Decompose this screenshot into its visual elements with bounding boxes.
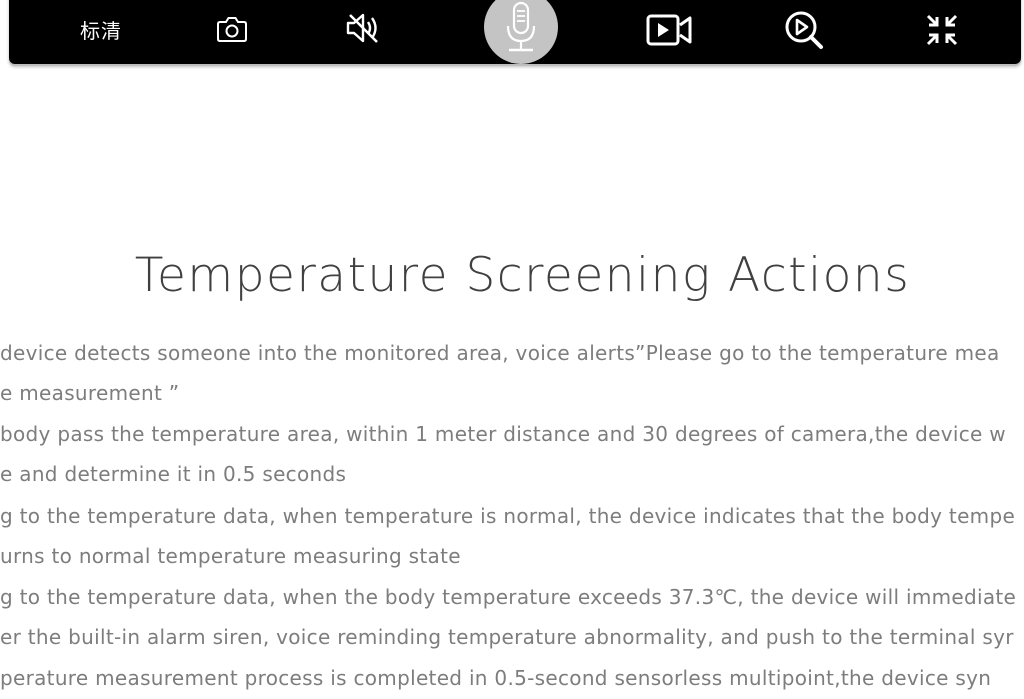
page-title: Temperature Screening Actions <box>134 248 911 303</box>
article-line: e and determine it in 0.5 seconds <box>0 462 347 486</box>
article-line: g to the temperature data, when the body… <box>0 585 1017 609</box>
article-line: g to the temperature data, when temperat… <box>0 504 1016 528</box>
article-area: Temperature Screening Actions device det… <box>0 0 1024 699</box>
article-line: e measurement ” <box>0 381 180 405</box>
article-line: body pass the temperature area, within 1… <box>0 422 1006 446</box>
article-line: device detects someone into the monitore… <box>0 341 1000 365</box>
article-line: er the built-in alarm siren, voice remin… <box>0 625 1014 649</box>
article-line: urns to normal temperature measuring sta… <box>0 544 461 568</box>
article-line: perature measurement process is complete… <box>0 666 992 690</box>
